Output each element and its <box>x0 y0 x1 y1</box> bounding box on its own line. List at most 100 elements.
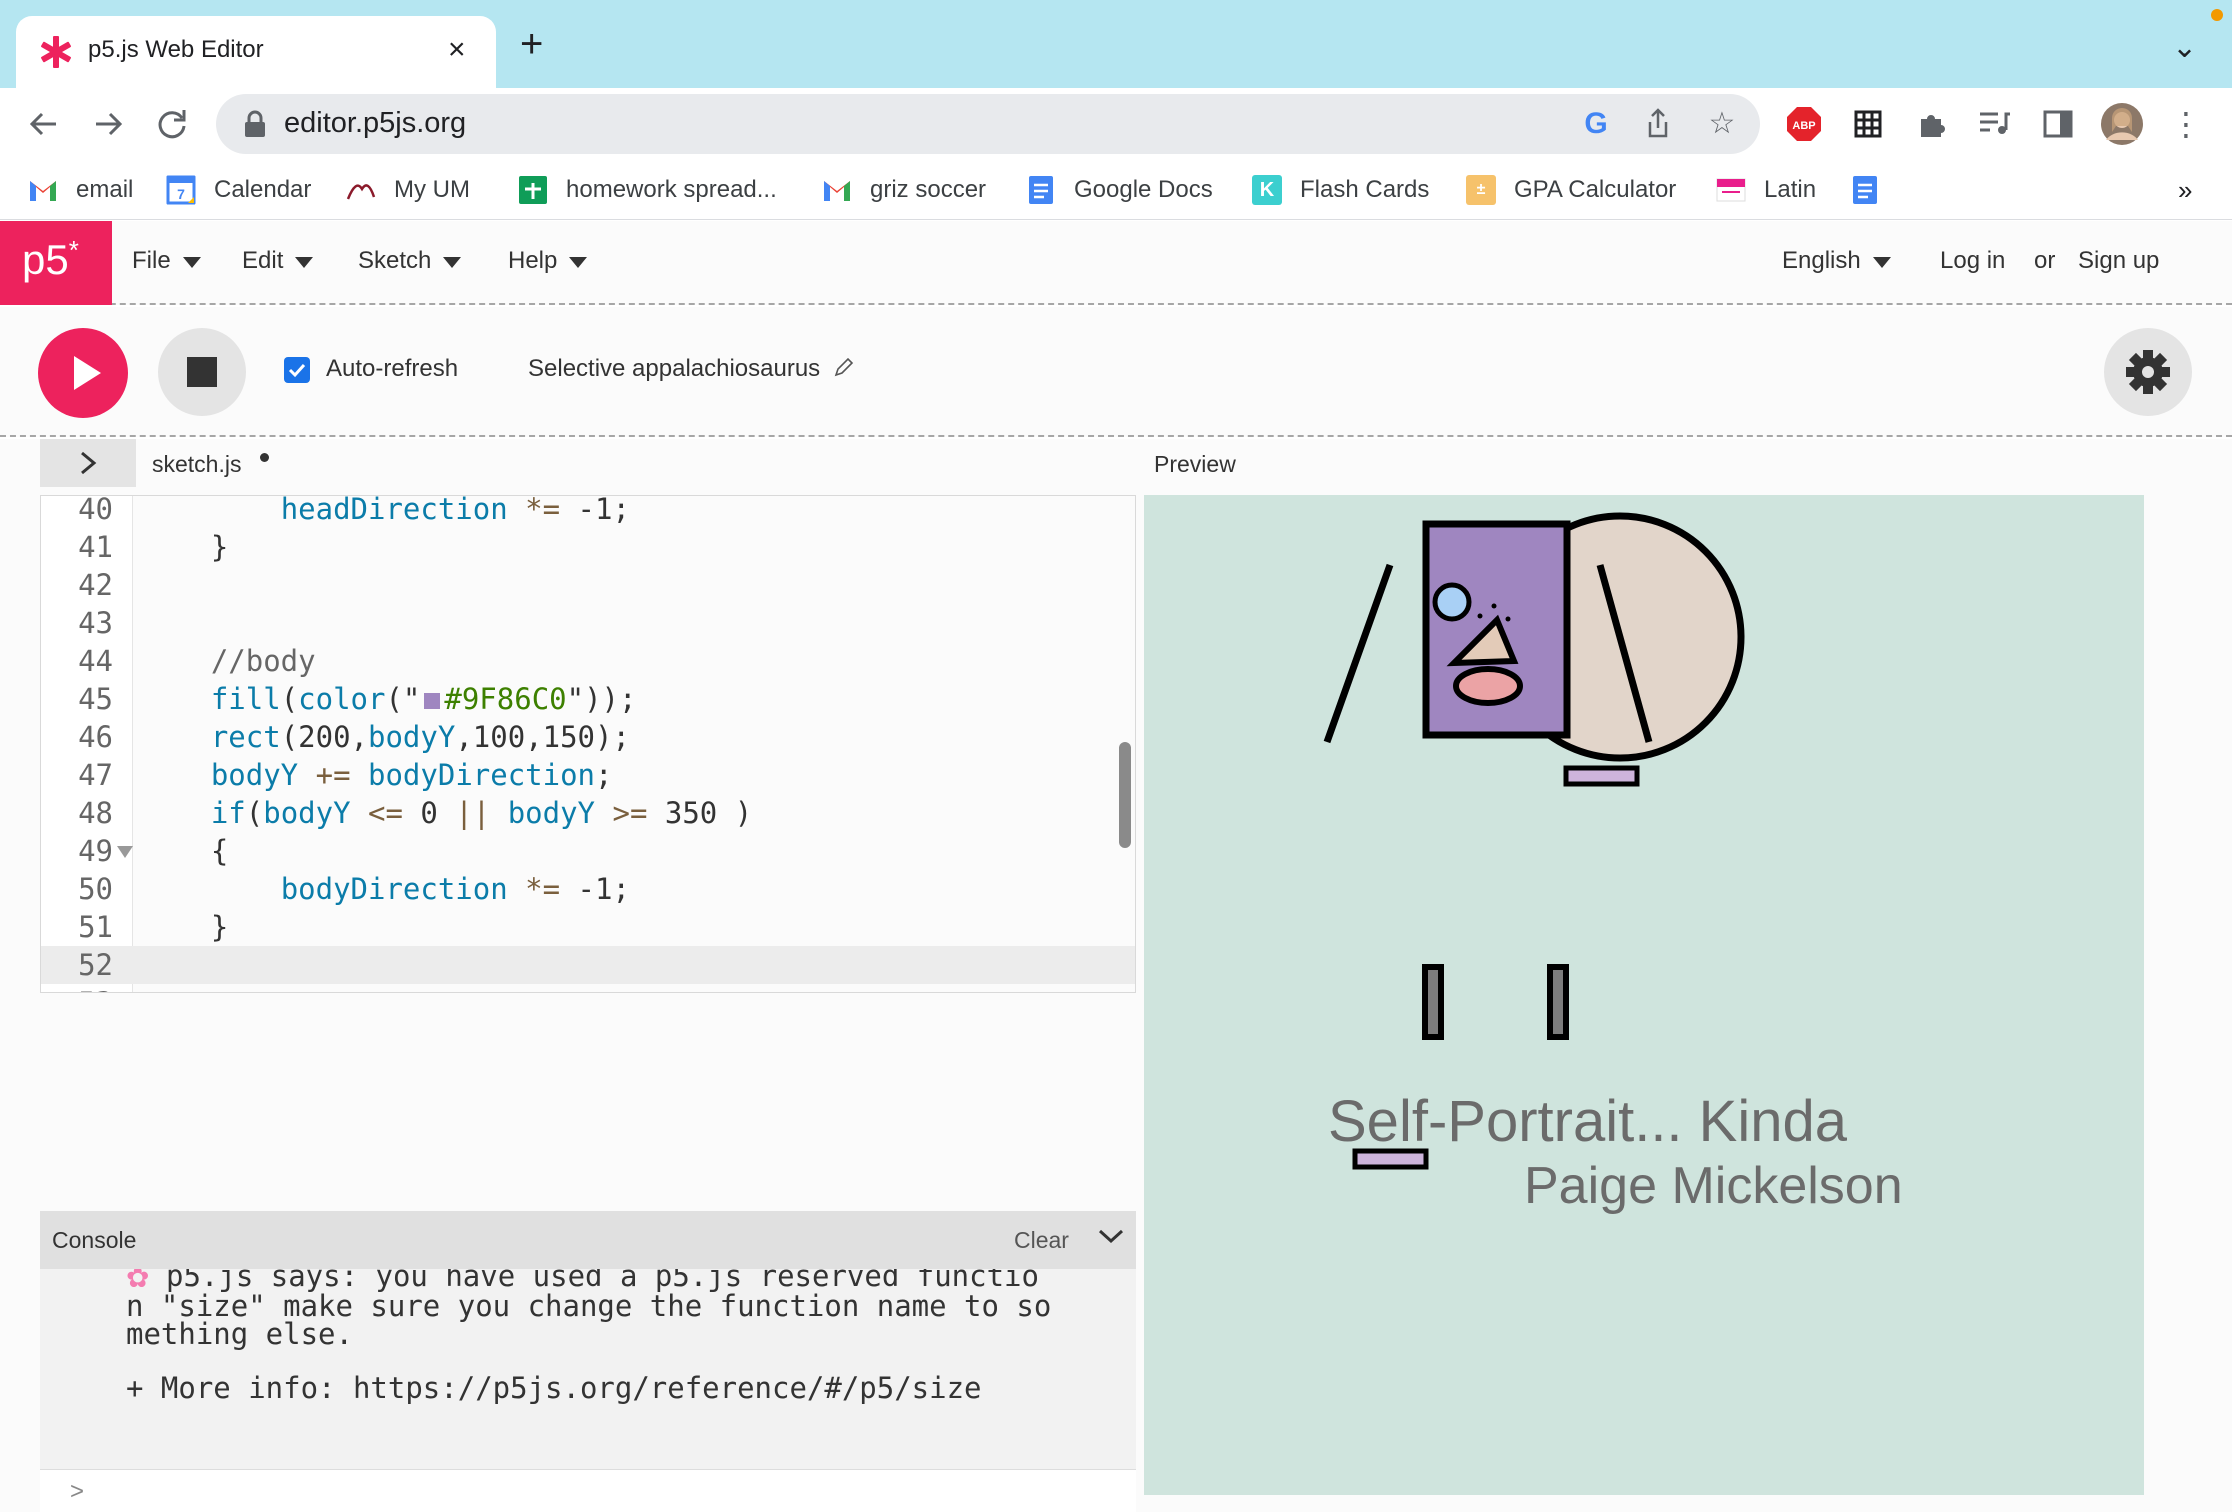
file-tab-sketch-js[interactable]: sketch.js <box>152 451 241 478</box>
menu-sketch[interactable]: Sketch <box>358 247 462 275</box>
google-lens-icon[interactable]: G <box>1578 106 1614 142</box>
bookmark-docs-untitled[interactable] <box>1850 172 1898 208</box>
new-tab-button[interactable]: + <box>520 24 543 64</box>
code-line[interactable]: 53 <box>41 984 1135 992</box>
browser-tab[interactable]: p5.js Web Editor × <box>16 16 496 88</box>
sidebar-toggle-button[interactable] <box>40 439 136 487</box>
extensions-puzzle-icon[interactable] <box>1910 102 1954 146</box>
bookmark-my-um[interactable]: My UM <box>346 172 470 208</box>
flashcards-icon: K <box>1252 175 1282 205</box>
portrait-title: Self-Portrait... Kinda <box>1328 1089 1848 1154</box>
auto-refresh-label[interactable]: Auto-refresh <box>326 355 458 383</box>
address-bar[interactable]: editor.p5js.org G ☆ <box>216 94 1760 154</box>
menu-label: Sketch <box>358 247 432 274</box>
sketch-preview-canvas[interactable]: Self-Portrait... Kinda Paige Mickelson <box>1144 495 2144 1495</box>
bookmark-latin[interactable]: Latin <box>1716 172 1816 208</box>
bookmark-star-icon[interactable]: ☆ <box>1704 106 1740 142</box>
line-number: 47 <box>78 758 113 792</box>
code-line[interactable]: 44 //body <box>41 642 1135 680</box>
auto-refresh-checkbox[interactable] <box>284 357 310 383</box>
console-input[interactable]: > <box>40 1469 1136 1512</box>
line-number: 46 <box>78 720 113 754</box>
chevron-down-icon <box>569 256 588 268</box>
code-line[interactable]: 48 if(bodyY <= 0 || bodyY >= 350 ) <box>41 794 1135 832</box>
bookmark-google-docs[interactable]: Google Docs <box>1026 172 1213 208</box>
sketch-name[interactable]: Selective appalachiosaurus <box>528 355 855 383</box>
menu-file[interactable]: File <box>132 247 201 275</box>
stop-button[interactable] <box>158 328 246 416</box>
bookmark-flash-cards[interactable]: K Flash Cards <box>1252 172 1429 208</box>
code-line[interactable]: 46 rect(200,bodyY,100,150); <box>41 718 1135 756</box>
code-line[interactable]: 47 bodyY += bodyDirection; <box>41 756 1135 794</box>
forward-arrow-icon[interactable] <box>84 100 132 148</box>
code-line[interactable]: 49 { <box>41 832 1135 870</box>
browser-menu-kebab-icon[interactable]: ⋮ <box>2164 102 2208 146</box>
sheets-icon <box>519 176 547 204</box>
console-clear-button[interactable]: Clear <box>1014 1227 1069 1254</box>
adblock-plus-icon[interactable]: ABP <box>1782 102 1826 146</box>
latin-icon <box>1716 178 1746 202</box>
bookmark-calendar[interactable]: 7 Calendar <box>166 172 311 208</box>
line-number: 41 <box>78 530 113 564</box>
preview-label: Preview <box>1154 451 1236 477</box>
checkmark-icon <box>288 363 306 378</box>
bookmarks-bar: email 7 Calendar My UM homework spread..… <box>0 160 2232 220</box>
share-icon[interactable] <box>1640 106 1676 142</box>
code-line[interactable]: 52 <box>41 946 1135 984</box>
url-text[interactable]: editor.p5js.org <box>284 107 466 140</box>
menu-label: File <box>132 247 171 274</box>
p5-favicon-icon <box>41 36 71 68</box>
line-number: 45 <box>78 682 113 716</box>
grid-extension-icon[interactable] <box>1846 102 1890 146</box>
code-text: } <box>141 910 229 944</box>
code-line[interactable]: 51 } <box>41 908 1135 946</box>
lock-icon[interactable] <box>244 110 266 138</box>
play-button[interactable] <box>38 328 128 418</box>
editor-scrollbar[interactable] <box>1119 742 1131 848</box>
umontana-icon <box>346 184 376 200</box>
p5-logo[interactable]: p5* <box>0 221 112 305</box>
login-link[interactable]: Log in <box>1940 247 2005 275</box>
code-line[interactable]: 41 } <box>41 528 1135 566</box>
console-output: ✿ p5.js says: you have used a p5.js rese… <box>40 1269 1136 1469</box>
code-line[interactable]: 45 fill(color(" #9F86C0")); <box>41 680 1135 718</box>
bookmark-email[interactable]: email <box>28 172 133 208</box>
play-icon <box>74 356 101 390</box>
language-select[interactable]: English <box>1782 247 1891 275</box>
code-line[interactable]: 50 bodyDirection *= -1; <box>41 870 1135 908</box>
fold-triangle-icon[interactable] <box>117 846 133 858</box>
tab-close-button[interactable]: × <box>448 30 466 70</box>
language-label: English <box>1782 247 1861 274</box>
line-number: 40 <box>78 495 113 526</box>
settings-button[interactable] <box>2104 328 2192 416</box>
sketch-name-text: Selective appalachiosaurus <box>528 355 821 382</box>
side-panel-icon[interactable] <box>2036 102 2080 146</box>
profile-avatar[interactable] <box>2100 102 2144 146</box>
bookmarks-overflow-button[interactable]: » <box>2178 172 2192 208</box>
bookmark-label: Google Docs <box>1074 176 1213 203</box>
left-arm-line <box>1323 563 1394 744</box>
code-line[interactable]: 43 <box>41 604 1135 642</box>
reload-icon[interactable] <box>148 100 196 148</box>
chevron-down-icon[interactable] <box>1094 1219 1128 1253</box>
tab-search-chevron-icon[interactable]: ⌄ <box>2172 30 2197 65</box>
bookmark-gpa-calculator[interactable]: ± GPA Calculator <box>1466 172 1676 208</box>
code-text: { <box>141 834 229 868</box>
menu-help[interactable]: Help <box>508 247 588 275</box>
sketch-toolbar: Auto-refresh Selective appalachiosaurus <box>0 307 2232 437</box>
back-arrow-icon[interactable] <box>20 100 68 148</box>
bookmark-homework-spreadsheet[interactable]: homework spread... <box>518 172 777 208</box>
bookmark-griz-soccer[interactable]: griz soccer <box>822 172 986 208</box>
code-line[interactable]: 40 headDirection *= -1; <box>41 495 1135 528</box>
code-editor[interactable]: 40 headDirection *= -1; 41 } 42 43 44 //body… <box>40 495 1136 993</box>
pencil-icon[interactable] <box>833 356 855 378</box>
browser-toolbar: editor.p5js.org G ☆ ABP ⋮ <box>0 88 2232 160</box>
p5-nav-bar: p5* File Edit Sketch Help English Log in… <box>0 221 2232 305</box>
menu-edit[interactable]: Edit <box>242 247 314 275</box>
console-title: Console <box>52 1227 137 1253</box>
bookmark-label: Latin <box>1764 176 1817 203</box>
media-control-icon[interactable] <box>1972 102 2016 146</box>
code-line[interactable]: 42 <box>41 566 1135 604</box>
signup-link[interactable]: Sign up <box>2078 247 2159 275</box>
line-number: 52 <box>78 948 113 982</box>
